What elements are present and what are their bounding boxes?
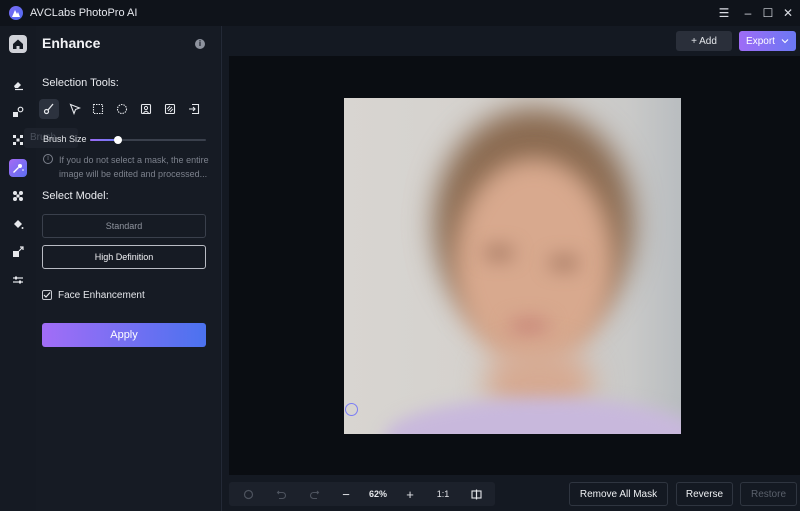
enhance-icon [13, 164, 24, 173]
pointer-icon [69, 103, 81, 115]
zoom-level: 62% [368, 489, 387, 499]
rail-ai-art-button[interactable] [9, 187, 27, 205]
model-high-definition-button[interactable]: High Definition [42, 245, 206, 269]
menu-icon[interactable]: ☰ [716, 5, 732, 21]
ellipse-select-icon [116, 103, 128, 115]
canvas-toolbar: − 62% + 1:1 [229, 482, 495, 506]
portrait-photo[interactable] [344, 98, 681, 434]
home-icon [13, 39, 23, 49]
face-enhancement-checkbox[interactable] [42, 290, 52, 300]
brush-cursor [345, 403, 358, 416]
reset-button[interactable] [239, 482, 257, 506]
redo-button[interactable] [305, 482, 323, 506]
maximize-button[interactable]: ☐ [760, 5, 776, 21]
apply-button[interactable]: Apply [42, 323, 206, 347]
reverse-button[interactable]: Reverse [676, 482, 733, 506]
upscale-icon [13, 246, 24, 257]
ellipse-select-tool-button[interactable] [112, 99, 132, 119]
brush-icon [43, 103, 54, 115]
zoom-out-button[interactable]: − [337, 482, 355, 506]
reset-icon [243, 489, 253, 499]
redo-icon [309, 490, 319, 499]
info-icon[interactable]: i [195, 39, 205, 49]
pixel-icon [13, 135, 23, 145]
export-button[interactable]: Export [739, 31, 796, 51]
background-icon [164, 103, 176, 115]
brush-size-slider[interactable] [90, 136, 206, 144]
rail-replace-button[interactable] [9, 103, 27, 121]
face-enhancement-label[interactable]: Face Enhancement [58, 290, 145, 301]
import-icon [189, 103, 200, 115]
rail-adjust-button[interactable] [9, 271, 27, 289]
close-button[interactable]: ✕ [780, 5, 796, 21]
photo-eye-left [484, 248, 514, 258]
app-logo-icon [9, 6, 23, 20]
sliders-icon [13, 276, 23, 284]
export-label: Export [746, 35, 775, 47]
brush-size-slider-thumb[interactable] [113, 136, 122, 144]
checkmark-icon [43, 292, 51, 298]
paint-bucket-icon [14, 220, 24, 229]
panel-title: Enhance [42, 35, 101, 51]
pointer-tool-button[interactable] [65, 99, 85, 119]
restore-button[interactable]: Restore [740, 482, 797, 506]
panel-divider [221, 26, 222, 511]
model-standard-button[interactable]: Standard [42, 214, 206, 238]
compare-button[interactable] [467, 482, 485, 506]
rect-select-tool-button[interactable] [88, 99, 108, 119]
chevron-down-icon [781, 39, 789, 44]
minimize-button[interactable]: – [740, 5, 756, 21]
add-button[interactable]: + Add [676, 31, 732, 51]
app-title: AVCLabs PhotoPro AI [30, 7, 138, 19]
photo-lips [509, 320, 549, 334]
remove-all-mask-button[interactable]: Remove All Mask [569, 482, 668, 506]
undo-button[interactable] [272, 482, 290, 506]
rail-colorize-button[interactable] [9, 215, 27, 233]
sparkle-icon [13, 191, 23, 201]
eraser-icon [14, 82, 23, 91]
photo-face [454, 158, 614, 368]
compare-icon [470, 489, 482, 499]
portrait-select-tool-button[interactable] [136, 99, 156, 119]
rect-select-icon [92, 103, 104, 115]
title-bar: AVCLabs PhotoPro AI ☰ – ☐ ✕ [0, 0, 800, 26]
replace-icon [13, 106, 24, 117]
actual-size-button[interactable]: 1:1 [433, 482, 453, 506]
mask-hint-text: If you do not select a mask, the entire … [59, 155, 209, 179]
photo-eye-right [549, 258, 579, 268]
zoom-in-button[interactable]: + [401, 482, 419, 506]
tool-rail [0, 26, 36, 511]
rail-eraser-button[interactable] [9, 76, 27, 94]
rail-enhance-button[interactable] [9, 159, 27, 177]
rail-upscale-button[interactable] [9, 243, 27, 261]
selection-tools-label: Selection Tools: [42, 77, 119, 89]
portrait-icon [140, 103, 152, 115]
import-mask-tool-button[interactable] [184, 99, 204, 119]
background-select-tool-button[interactable] [160, 99, 180, 119]
rail-home-button[interactable] [9, 35, 27, 53]
brush-size-label: Brush Size [43, 134, 87, 144]
brush-tool-button[interactable] [39, 99, 59, 119]
undo-icon [276, 490, 286, 499]
hint-info-icon: i [43, 154, 53, 164]
select-model-label: Select Model: [42, 190, 109, 202]
